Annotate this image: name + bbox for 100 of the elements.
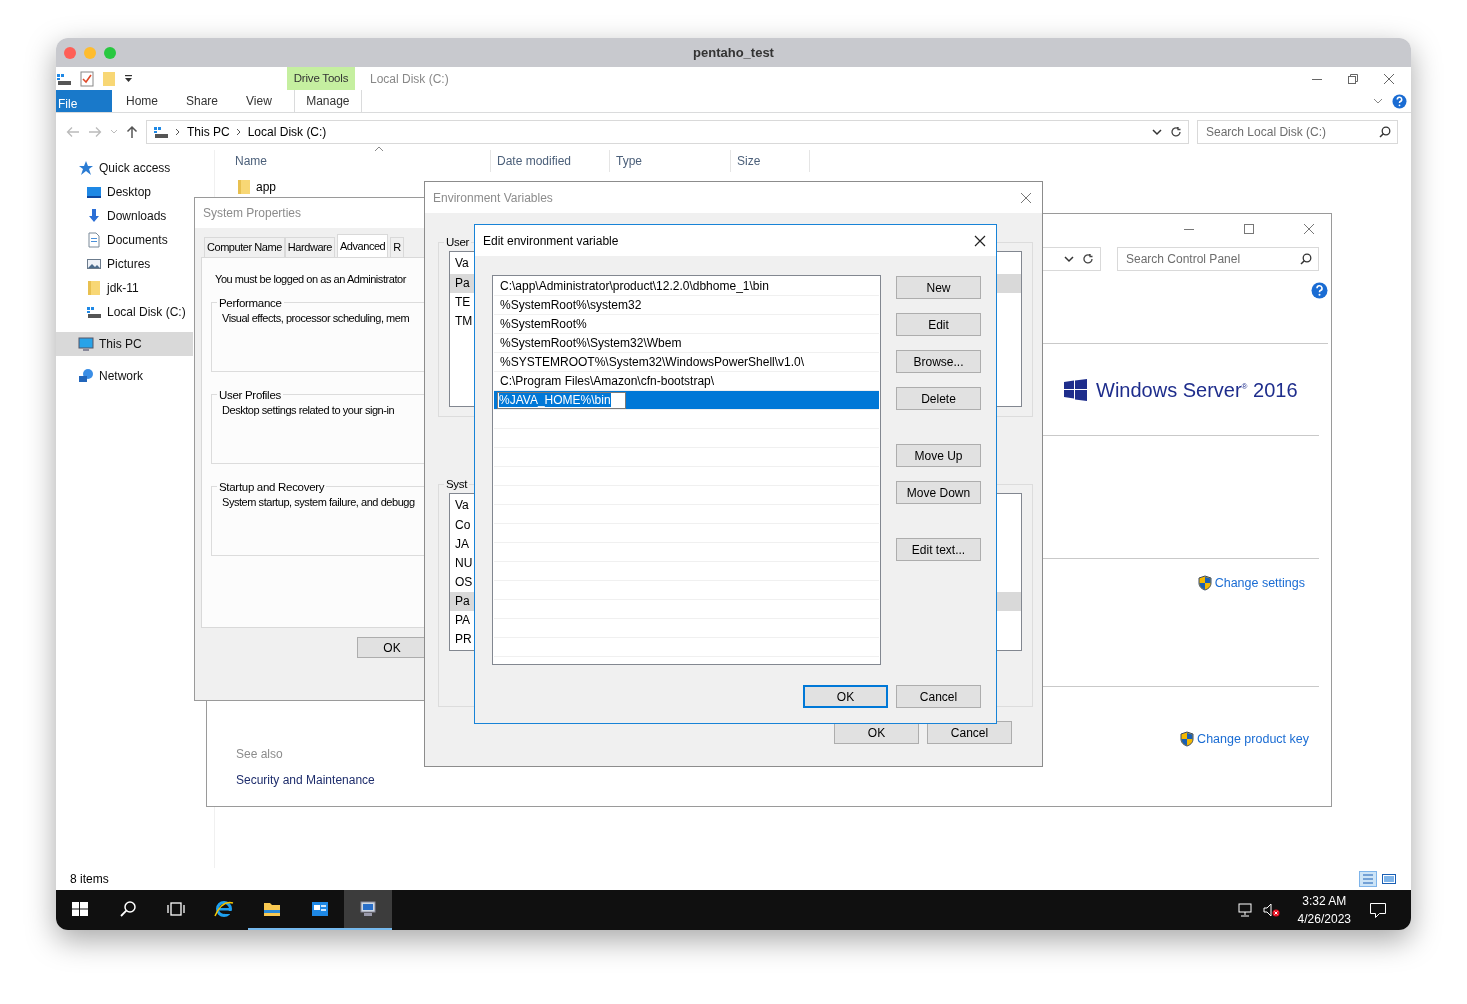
nav-item[interactable]: Desktop bbox=[56, 180, 193, 204]
notifications-icon[interactable] bbox=[1369, 901, 1387, 919]
path-edit-field[interactable]: %JAVA_HOME%\bin bbox=[497, 392, 626, 409]
sort-caret-icon[interactable] bbox=[374, 146, 384, 152]
list-row[interactable]: %JAVA_HOME%\bin bbox=[494, 391, 879, 410]
side-button[interactable]: Move Up bbox=[896, 444, 981, 467]
nav-item[interactable]: Documents bbox=[56, 228, 193, 252]
file-name[interactable]: app bbox=[256, 178, 277, 196]
help-icon[interactable] bbox=[1392, 93, 1407, 109]
up-arrow-icon[interactable] bbox=[126, 124, 138, 139]
location-title: Local Disk (C:) bbox=[370, 70, 449, 88]
task-view-icon bbox=[166, 899, 186, 919]
chevron-right-icon bbox=[235, 127, 242, 136]
network-icon bbox=[78, 368, 94, 384]
column-header[interactable]: Size bbox=[731, 150, 810, 172]
nav-item[interactable]: Downloads bbox=[56, 204, 193, 228]
side-button[interactable]: Edit text... bbox=[896, 538, 981, 561]
link[interactable]: Change settings bbox=[1196, 574, 1305, 593]
search-icon[interactable] bbox=[1379, 125, 1391, 138]
checklist-icon[interactable] bbox=[80, 70, 94, 87]
document-icon bbox=[86, 232, 102, 248]
tab[interactable]: Computer Name bbox=[204, 237, 285, 257]
folder-icon bbox=[237, 179, 251, 195]
network-icon[interactable] bbox=[1237, 902, 1254, 918]
refresh-icon[interactable] bbox=[1170, 125, 1182, 138]
ribbon-tab[interactable]: Share bbox=[172, 90, 233, 112]
group-description: System startup, system failure, and debugg bbox=[222, 494, 416, 510]
side-button[interactable]: Move Down bbox=[896, 481, 981, 504]
link[interactable]: Security and Maintenance bbox=[236, 771, 1042, 789]
breadcrumb-item[interactable]: Local Disk (C:) bbox=[247, 122, 327, 141]
list-row[interactable]: %SystemRoot% bbox=[494, 315, 879, 334]
list-row[interactable]: %SystemRoot%\System32\Wbem bbox=[494, 334, 879, 353]
refresh-icon[interactable] bbox=[1082, 253, 1094, 265]
ribbon-tab[interactable]: Home bbox=[112, 90, 172, 112]
notice-text: You must be logged on as an Administrator bbox=[215, 272, 408, 287]
list-row[interactable]: %SYSTEMROOT%\System32\WindowsPowerShell\v1.0\ bbox=[494, 353, 879, 372]
search-icon[interactable] bbox=[1300, 253, 1312, 265]
close-icon[interactable] bbox=[974, 234, 986, 247]
browser-icon bbox=[214, 899, 234, 919]
ok-button[interactable]: OK bbox=[803, 685, 888, 708]
group-description: Visual effects, processor scheduling, mem bbox=[222, 310, 411, 326]
context-tab-group-label: Drive Tools bbox=[287, 67, 355, 90]
side-button[interactable]: Edit bbox=[896, 313, 981, 336]
tab[interactable]: Hardware bbox=[284, 237, 335, 257]
search-field[interactable]: Search Local Disk (C:) bbox=[1204, 121, 1379, 142]
nav-item[interactable]: Pictures bbox=[56, 252, 193, 276]
section-heading: See also bbox=[236, 746, 284, 763]
nav-item[interactable]: Quick access bbox=[56, 156, 193, 180]
side-button[interactable]: Browse... bbox=[896, 350, 981, 373]
group-title: Syst bbox=[445, 477, 469, 491]
file-tab[interactable]: File bbox=[56, 90, 112, 112]
dropdown-icon[interactable] bbox=[1064, 255, 1074, 263]
windows-logo-icon bbox=[1064, 378, 1088, 401]
column-header[interactable]: Type bbox=[610, 150, 731, 172]
group-title: Performance bbox=[218, 295, 283, 310]
customize-icon[interactable] bbox=[124, 73, 133, 84]
search-icon bbox=[118, 899, 138, 919]
tab[interactable]: Advanced bbox=[336, 234, 389, 257]
drive-icon bbox=[86, 304, 102, 320]
desktop-icon bbox=[86, 184, 102, 200]
path-list[interactable] bbox=[492, 275, 881, 665]
breadcrumb-item[interactable]: This PC bbox=[187, 122, 230, 141]
folder-icon bbox=[86, 280, 102, 296]
group-title: Startup and Recovery bbox=[218, 479, 326, 494]
address-bar[interactable]: This PC Local Disk (C:) bbox=[146, 119, 1189, 144]
side-button[interactable]: New bbox=[896, 276, 981, 299]
column-header[interactable]: Name bbox=[235, 150, 491, 172]
restore-icon[interactable] bbox=[1347, 72, 1359, 85]
window-title: pentaho_test bbox=[693, 43, 775, 62]
link[interactable]: Change product key bbox=[1179, 730, 1309, 749]
dialog-title: System Properties bbox=[203, 205, 302, 222]
product-name: Windows Server$^{®}$ 2016 bbox=[1096, 377, 1298, 403]
search-box[interactable]: Search Control Panel bbox=[1117, 247, 1319, 271]
system-properties-icon bbox=[358, 899, 378, 919]
ribbon-tab[interactable]: View bbox=[232, 90, 286, 112]
cancel-button[interactable]: Cancel bbox=[896, 685, 981, 708]
list-row[interactable]: C:\app\Administrator\product\12.2.0\dbhome_1\bin bbox=[494, 277, 879, 296]
side-button[interactable]: Delete bbox=[896, 387, 981, 410]
nav-item[interactable]: Network bbox=[56, 364, 193, 388]
clock-time[interactable]: 3:32 AM bbox=[1302, 892, 1347, 910]
search-box[interactable]: Search Local Disk (C:) bbox=[1197, 119, 1398, 144]
nav-item[interactable]: jdk-11 bbox=[56, 276, 193, 300]
tab[interactable]: R bbox=[390, 237, 404, 257]
dialog-title: Environment Variables bbox=[433, 189, 553, 207]
maximize-icon[interactable] bbox=[1243, 223, 1255, 235]
column-header[interactable]: Date modified bbox=[491, 150, 610, 172]
nav-item[interactable]: This PC bbox=[56, 332, 193, 356]
server-manager-icon bbox=[310, 899, 330, 919]
volume-icon[interactable] bbox=[1261, 902, 1280, 918]
star-icon bbox=[78, 160, 94, 176]
ok-button[interactable]: OK bbox=[357, 637, 427, 658]
group-title: User bbox=[445, 235, 471, 249]
large-icons-view-icon[interactable] bbox=[1381, 871, 1397, 887]
help-icon[interactable] bbox=[1311, 282, 1328, 299]
nav-item[interactable]: Local Disk (C:) bbox=[56, 300, 193, 324]
list-row[interactable]: %SystemRoot%\system32 bbox=[494, 296, 879, 315]
download-arrow-icon bbox=[86, 208, 102, 224]
clock-date[interactable]: 4/26/2023 bbox=[1297, 910, 1351, 928]
dropdown-icon[interactable] bbox=[1152, 127, 1162, 136]
search-field[interactable]: Search Control Panel bbox=[1124, 249, 1300, 269]
